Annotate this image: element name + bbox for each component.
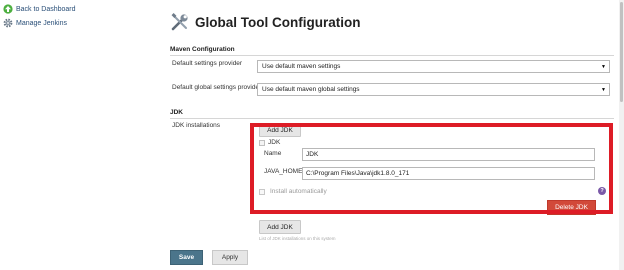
maven-divider: [170, 55, 614, 56]
save-button[interactable]: Save: [170, 250, 203, 265]
jdk-entry-header: JDK: [268, 139, 281, 146]
java-home-input[interactable]: [302, 167, 595, 180]
default-settings-select[interactable]: Use default maven settings ▼: [257, 60, 610, 73]
default-settings-value: Use default maven settings: [262, 63, 341, 70]
gear-icon: [3, 18, 13, 28]
jdk-section-title: JDK: [170, 109, 184, 116]
name-label: Name: [264, 150, 282, 157]
sidebar-item-back-to-dashboard[interactable]: Back to Dashboard: [3, 3, 76, 15]
jdk-name-input[interactable]: [302, 148, 595, 161]
global-settings-select[interactable]: Use default maven global settings ▼: [257, 83, 610, 96]
jdk-divider: [170, 118, 614, 119]
scrollbar-thumb[interactable]: [620, 2, 623, 102]
delete-jdk-button[interactable]: Delete JDK: [547, 200, 596, 215]
install-automatically-checkbox[interactable]: [259, 189, 265, 195]
chevron-down-icon: ▼: [601, 64, 606, 70]
page-title: Global Tool Configuration: [195, 14, 361, 30]
sidebar-item-label: Back to Dashboard: [16, 5, 76, 13]
page-header: Global Tool Configuration: [170, 9, 360, 35]
add-jdk-button-top[interactable]: Add JDK: [259, 123, 301, 137]
maven-section-title: Maven Configuration: [170, 46, 235, 53]
jdk-installations-label: JDK installations: [172, 122, 221, 129]
java-home-label: JAVA_HOME: [264, 168, 303, 175]
add-jdk-button-bottom[interactable]: Add JDK: [259, 220, 301, 234]
jdk-entry-handle[interactable]: [259, 140, 265, 146]
sidebar: Back to Dashboard Manage Jenkins: [0, 0, 150, 270]
global-settings-value: Use default maven global settings: [262, 86, 360, 93]
install-automatically-label: Install automatically: [270, 188, 327, 195]
chevron-down-icon: ▼: [601, 87, 606, 93]
default-settings-label: Default settings provider: [172, 60, 243, 67]
jdk-list-note: List of JDK installations on this system: [259, 236, 336, 241]
apply-button[interactable]: Apply: [212, 250, 248, 265]
sidebar-item-manage-jenkins[interactable]: Manage Jenkins: [3, 17, 67, 29]
sidebar-item-label: Manage Jenkins: [16, 19, 67, 27]
up-arrow-icon: [3, 4, 13, 14]
help-icon[interactable]: ?: [598, 187, 606, 195]
global-settings-label: Default global settings provider: [172, 84, 262, 91]
tools-icon: [170, 12, 190, 32]
